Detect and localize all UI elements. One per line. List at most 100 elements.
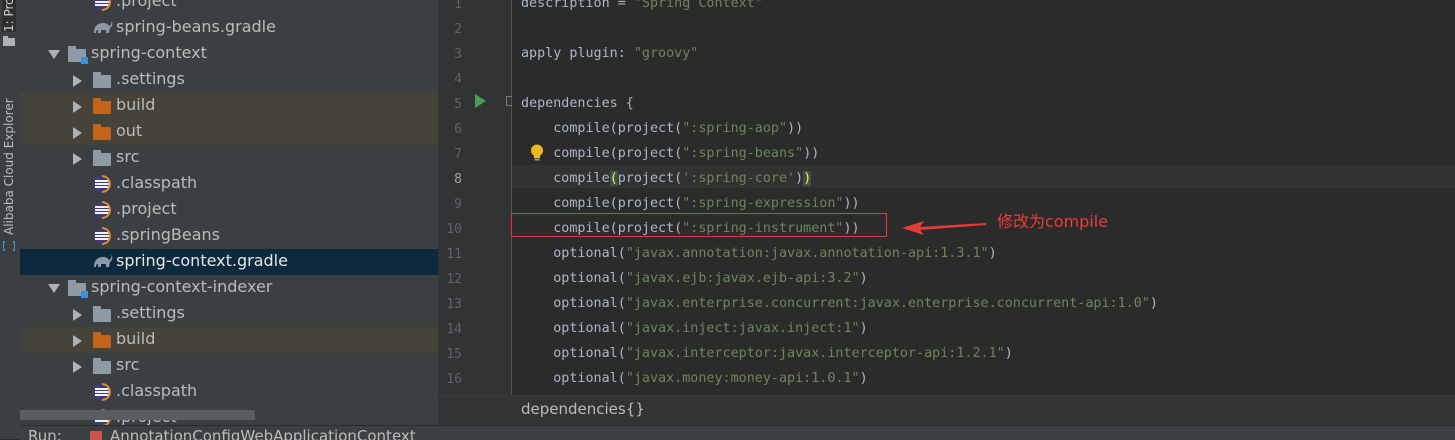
run-tool-bar: Run: AnnotationConfigWebApplicationConte… [20, 425, 1455, 440]
tree-item-label: .project [116, 199, 177, 218]
folder-icon [3, 36, 15, 46]
line-number: 2 [454, 22, 462, 37]
line-number: 3 [454, 47, 462, 62]
tree-item-label: .settings [116, 303, 185, 322]
line-number: 15 [446, 347, 462, 362]
run-label: Run: [28, 427, 62, 440]
code-line[interactable]: compile(project(':spring-core')) [521, 171, 812, 186]
tree-item-label: spring-context [91, 43, 207, 62]
tree-item[interactable]: src [20, 145, 438, 171]
tree-item[interactable]: out [20, 119, 438, 145]
tree-item-label: .springBeans [116, 225, 220, 244]
tree-item[interactable]: .springBeans [20, 223, 438, 249]
code-line[interactable]: compile(project(":spring-beans")) [521, 146, 819, 161]
code-line[interactable]: optional("javax.inject:javax.inject:1") [521, 321, 867, 336]
eclipse-file-icon [93, 201, 111, 219]
breadcrumb-bar: dependencies{} [438, 395, 1455, 425]
breadcrumb[interactable]: dependencies{} [521, 400, 645, 418]
folder-icon [93, 306, 111, 322]
tree-item[interactable]: .classpath [20, 171, 438, 197]
code-line[interactable]: apply plugin: "groovy" [521, 46, 698, 61]
tree-item-label: .classpath [116, 173, 198, 192]
module-folder-icon [68, 46, 88, 64]
tree-item-label: build [116, 95, 156, 114]
tree-item[interactable]: .project [20, 197, 438, 223]
tree-item-label: spring-beans.gradle [116, 17, 276, 36]
run-icon[interactable] [475, 94, 486, 108]
tool-window-strip: 1: Project Alibaba Cloud Explorer [0, 0, 21, 439]
tree-item[interactable]: spring-context-indexer [20, 275, 438, 301]
code-line[interactable]: optional("javax.annotation:javax.annotat… [521, 246, 996, 261]
annotation-highlight-box [511, 213, 887, 237]
tree-item-label: spring-context-indexer [91, 277, 273, 296]
expand-arrow-icon[interactable] [73, 75, 82, 87]
line-number: 7 [454, 147, 462, 162]
tree-item-label: .settings [116, 69, 185, 88]
code-line[interactable]: optional("javax.money:money-api:1.0.1") [521, 371, 867, 386]
tree-item[interactable]: .settings [20, 67, 438, 93]
project-tree[interactable]: .project spring-beans.gradle spring-contex… [20, 0, 438, 425]
tree-item[interactable]: .settings [20, 301, 438, 327]
code-editor[interactable]: description = "Spring Context" apply plug… [512, 0, 1455, 395]
expand-arrow-icon[interactable] [73, 101, 82, 113]
code-line[interactable]: dependencies { [521, 96, 634, 111]
folder-icon [93, 72, 111, 88]
annotation-arrow-icon [902, 221, 986, 235]
line-number: 16 [446, 372, 462, 387]
tree-horizontal-scrollbar[interactable] [20, 410, 255, 420]
editor-gutter[interactable]: 1 2 3 4 5 6 7 8 9 10 11 12 13 14 15 16 [438, 0, 512, 395]
expand-arrow-icon[interactable] [73, 309, 82, 321]
tree-item[interactable]: build [20, 327, 438, 353]
tree-item[interactable]: .project [20, 0, 438, 15]
tree-item[interactable]: build [20, 93, 438, 119]
tree-item-label: out [116, 121, 143, 140]
module-folder-icon [68, 280, 88, 298]
project-tool-tab[interactable]: 1: Project [2, 0, 16, 32]
expand-arrow-icon[interactable] [73, 335, 82, 347]
excluded-folder-icon [93, 332, 111, 348]
line-number: 13 [446, 297, 462, 312]
annotation-label: 修改为compile [997, 212, 1109, 231]
eclipse-file-icon [93, 175, 111, 193]
tree-item[interactable]: spring-context [20, 41, 438, 67]
code-line[interactable]: optional("javax.ejb:javax.ejb-api:3.2") [521, 271, 867, 286]
code-line[interactable]: description = "Spring Context" [521, 0, 763, 11]
gradle-icon [94, 21, 113, 33]
code-line[interactable]: optional("javax.interceptor:javax.interc… [521, 346, 1013, 361]
run-tab[interactable]: AnnotationConfigWebApplicationContext [110, 427, 416, 440]
eclipse-file-icon [93, 0, 111, 11]
expand-arrow-icon[interactable] [73, 127, 82, 139]
tree-item-label: spring-context.gradle [116, 251, 288, 270]
tree-item-label: src [116, 147, 140, 166]
tree-item-label: src [116, 355, 140, 374]
line-number: 1 [454, 0, 462, 12]
excluded-folder-icon [93, 124, 111, 140]
gradle-icon [94, 255, 113, 267]
code-line[interactable]: optional("javax.enterprise.concurrent:ja… [521, 296, 1158, 311]
collapse-arrow-icon[interactable] [48, 50, 60, 59]
lightbulb-icon[interactable] [530, 144, 544, 162]
line-number: 4 [454, 72, 462, 87]
tree-item[interactable]: src [20, 353, 438, 379]
expand-arrow-icon[interactable] [73, 361, 82, 373]
line-number: 14 [446, 322, 462, 337]
line-number: 11 [446, 247, 462, 262]
collapse-arrow-icon[interactable] [48, 284, 60, 293]
tree-item[interactable]: .classpath [20, 379, 438, 405]
alibaba-cloud-explorer-tab[interactable]: Alibaba Cloud Explorer [2, 95, 16, 235]
eclipse-file-icon [93, 227, 111, 245]
code-line[interactable]: compile(project(":spring-aop")) [521, 121, 803, 136]
tree-item[interactable]: spring-context.gradle [20, 249, 438, 275]
expand-arrow-icon[interactable] [73, 153, 82, 165]
line-number: 9 [454, 197, 462, 212]
folder-icon [93, 150, 111, 166]
code-line[interactable]: compile(project(":spring-expression")) [521, 196, 859, 211]
tree-item-label: .project [116, 0, 177, 10]
eclipse-file-icon [93, 383, 111, 401]
folder-icon [93, 358, 111, 374]
tree-item[interactable]: spring-beans.gradle [20, 15, 438, 41]
cloud-icon [3, 241, 15, 251]
line-number: 5 [454, 97, 462, 112]
excluded-folder-icon [93, 98, 111, 114]
tree-item-label: .classpath [116, 381, 198, 400]
